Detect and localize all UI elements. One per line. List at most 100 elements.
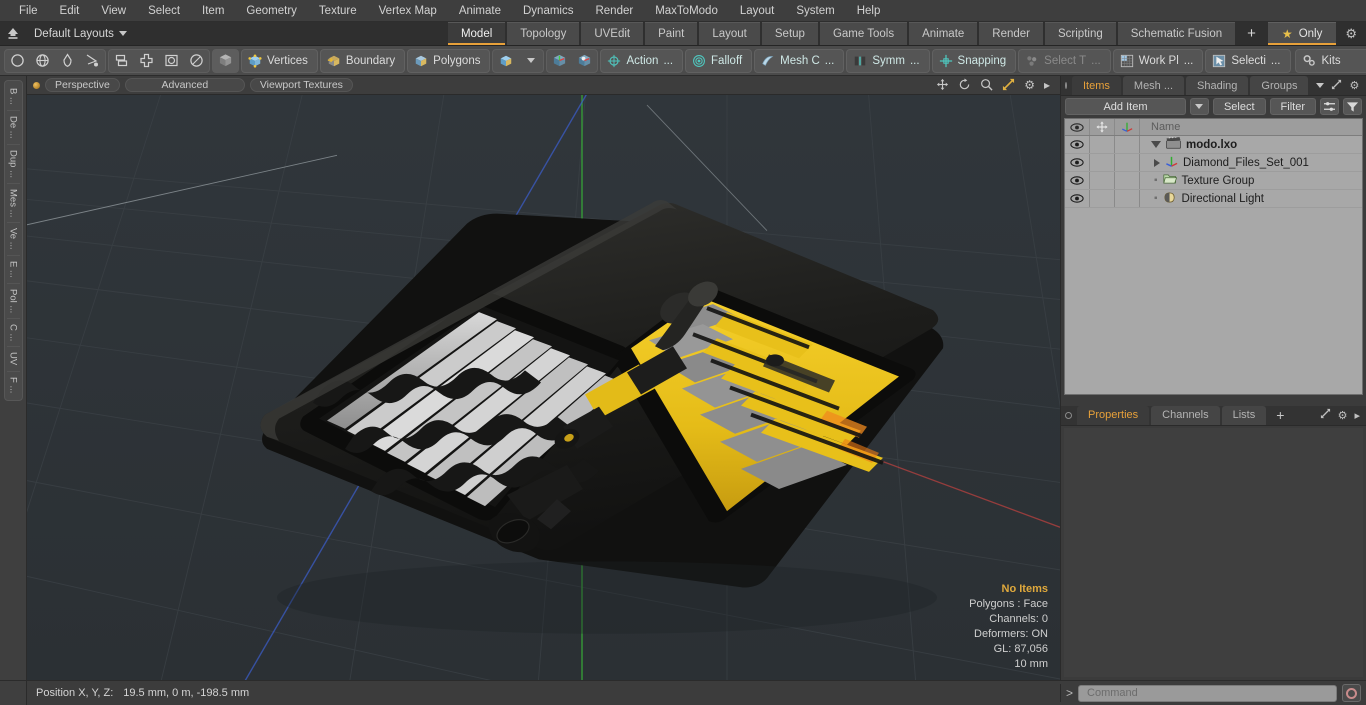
vtab-vertex[interactable]: Ve ... bbox=[6, 223, 20, 256]
chevron-down-icon[interactable] bbox=[1316, 83, 1325, 88]
gear-icon[interactable]: ⚙ bbox=[1024, 79, 1035, 91]
tab-setup[interactable]: Setup bbox=[761, 22, 818, 45]
symmetry-tool[interactable]: Symm ... bbox=[846, 48, 930, 73]
gear-icon[interactable]: ⚙ bbox=[1338, 409, 1348, 422]
plus-shape-icon[interactable] bbox=[134, 50, 159, 72]
tab-properties[interactable]: Properties bbox=[1077, 405, 1150, 425]
falloff-tool[interactable]: Falloff bbox=[685, 48, 753, 73]
tab-lists[interactable]: Lists bbox=[1221, 405, 1267, 425]
item-list[interactable]: Name modo.lxo Diamond_Files_Set_001 ▪ Te… bbox=[1064, 118, 1363, 395]
expander-right-icon[interactable] bbox=[1154, 158, 1160, 167]
selection-set-tool[interactable]: Selecti ... bbox=[1205, 48, 1291, 73]
vtab-fusion[interactable]: F ... bbox=[7, 372, 20, 398]
menu-item-animate[interactable]: Animate bbox=[448, 2, 512, 20]
duplicate-icon[interactable] bbox=[109, 50, 134, 72]
properties-content-area[interactable] bbox=[1064, 427, 1363, 677]
axis-green-icon[interactable] bbox=[547, 50, 572, 72]
move-icon[interactable] bbox=[936, 78, 949, 93]
circle-icon[interactable] bbox=[5, 50, 30, 72]
viewport-projection-selector[interactable]: Perspective bbox=[45, 78, 120, 92]
panel-menu-dot[interactable] bbox=[1065, 411, 1072, 419]
add-properties-tab-button[interactable]: + bbox=[1268, 406, 1292, 425]
tab-topology[interactable]: Topology bbox=[507, 22, 580, 45]
menu-item-select[interactable]: Select bbox=[137, 2, 191, 20]
vtab-mesh-edit[interactable]: Mes ... bbox=[6, 184, 20, 224]
maximize-icon[interactable] bbox=[1002, 78, 1015, 93]
layout-selector[interactable]: Default Layouts bbox=[26, 22, 137, 45]
select-through-tool[interactable]: Select T ... bbox=[1018, 48, 1111, 73]
menu-item-render[interactable]: Render bbox=[584, 2, 644, 20]
add-item-dropdown-icon[interactable] bbox=[1189, 98, 1209, 115]
item-list-empty-area[interactable] bbox=[1065, 208, 1362, 394]
tab-channels[interactable]: Channels bbox=[1151, 405, 1220, 425]
menu-item-system[interactable]: System bbox=[785, 2, 845, 20]
menu-item-edit[interactable]: Edit bbox=[49, 2, 91, 20]
cube-blue-icon[interactable] bbox=[493, 50, 518, 72]
chevron-down-icon[interactable] bbox=[518, 50, 543, 72]
work-plane-tool[interactable]: Work Pl ... bbox=[1112, 48, 1204, 73]
list-options-icon[interactable] bbox=[1320, 98, 1339, 115]
menu-item-file[interactable]: File bbox=[8, 2, 49, 20]
sphere-icon[interactable] bbox=[184, 50, 209, 72]
tab-paint[interactable]: Paint bbox=[645, 22, 698, 45]
tab-game-tools[interactable]: Game Tools bbox=[819, 22, 908, 45]
command-input[interactable] bbox=[1078, 684, 1337, 702]
mesh-constraint-tool[interactable]: Mesh C ... bbox=[754, 48, 845, 73]
maximize-icon[interactable] bbox=[1320, 408, 1331, 422]
vtab-uv[interactable]: UV bbox=[6, 347, 20, 372]
menu-item-item[interactable]: Item bbox=[191, 2, 235, 20]
table-row[interactable]: ▪ Directional Light bbox=[1065, 190, 1362, 208]
select-button[interactable]: Select bbox=[1212, 98, 1266, 115]
panel-splitter[interactable] bbox=[1061, 397, 1366, 406]
row-visibility-toggle[interactable] bbox=[1065, 136, 1090, 153]
tab-scripting[interactable]: Scripting bbox=[1045, 22, 1116, 45]
tab-uvedit[interactable]: UVEdit bbox=[581, 22, 644, 45]
axis-white-icon[interactable] bbox=[572, 50, 597, 72]
menu-item-help[interactable]: Help bbox=[846, 2, 892, 20]
record-circle-icon[interactable] bbox=[1342, 684, 1361, 702]
tab-items[interactable]: Items bbox=[1072, 76, 1121, 95]
menu-item-layout[interactable]: Layout bbox=[729, 2, 786, 20]
viewport-textures-selector[interactable]: Viewport Textures bbox=[249, 78, 353, 92]
tab-render[interactable]: Render bbox=[979, 22, 1043, 45]
curve-icon[interactable] bbox=[80, 50, 105, 72]
menu-item-vertex-map[interactable]: Vertex Map bbox=[368, 2, 448, 20]
rotate-icon[interactable] bbox=[958, 77, 971, 93]
row-visibility-toggle[interactable] bbox=[1065, 172, 1090, 189]
action-center-tool[interactable]: Action ... bbox=[600, 48, 684, 73]
globe-icon[interactable] bbox=[30, 50, 55, 72]
selection-mode-vertices[interactable]: Vertices bbox=[241, 48, 318, 73]
menu-item-texture[interactable]: Texture bbox=[308, 2, 368, 20]
vtab-edge[interactable]: E ... bbox=[6, 256, 20, 284]
row-visibility-toggle[interactable] bbox=[1065, 154, 1090, 171]
filter-button[interactable]: Filter bbox=[1269, 98, 1316, 115]
vtab-polygon[interactable]: Pol ... bbox=[6, 284, 20, 319]
gear-icon[interactable]: ⚙ bbox=[1336, 22, 1366, 45]
cube-grey-icon[interactable] bbox=[213, 49, 238, 72]
kits-button[interactable]: Kits bbox=[1294, 48, 1366, 73]
table-row[interactable]: ▪ Texture Group bbox=[1065, 172, 1362, 190]
tab-schematic-fusion[interactable]: Schematic Fusion bbox=[1117, 22, 1236, 45]
menu-item-dynamics[interactable]: Dynamics bbox=[512, 2, 584, 20]
table-row[interactable]: modo.lxo bbox=[1065, 136, 1362, 154]
table-row[interactable]: Diamond_Files_Set_001 bbox=[1065, 154, 1362, 172]
play-icon[interactable]: ▸ bbox=[1354, 409, 1360, 422]
tab-animate[interactable]: Animate bbox=[909, 22, 978, 45]
add-item-button[interactable]: Add Item bbox=[1065, 98, 1186, 115]
menu-item-maxtomodo[interactable]: MaxToModo bbox=[644, 2, 729, 20]
row-visibility-toggle[interactable] bbox=[1065, 190, 1090, 207]
selection-mode-boundary[interactable]: Boundary bbox=[319, 48, 406, 73]
3d-viewport[interactable]: Y X Z No Items Polygons : Face Channels:… bbox=[27, 95, 1060, 680]
pen-icon[interactable] bbox=[55, 50, 80, 72]
tab-groups[interactable]: Groups bbox=[1250, 76, 1309, 95]
vtab-deform[interactable]: De ... bbox=[6, 111, 20, 145]
add-tab-button[interactable]: + bbox=[1237, 22, 1266, 45]
square-target-icon[interactable] bbox=[159, 50, 184, 72]
vtab-basic[interactable]: B ... bbox=[6, 83, 20, 111]
tab-shading[interactable]: Shading bbox=[1186, 76, 1249, 95]
panel-menu-dot[interactable] bbox=[1065, 82, 1067, 89]
zoom-icon[interactable] bbox=[980, 78, 993, 93]
tab-mesh[interactable]: Mesh ... bbox=[1122, 76, 1185, 95]
play-icon[interactable]: ▸ bbox=[1044, 79, 1050, 91]
selection-mode-polygons[interactable]: Polygons bbox=[407, 48, 491, 73]
